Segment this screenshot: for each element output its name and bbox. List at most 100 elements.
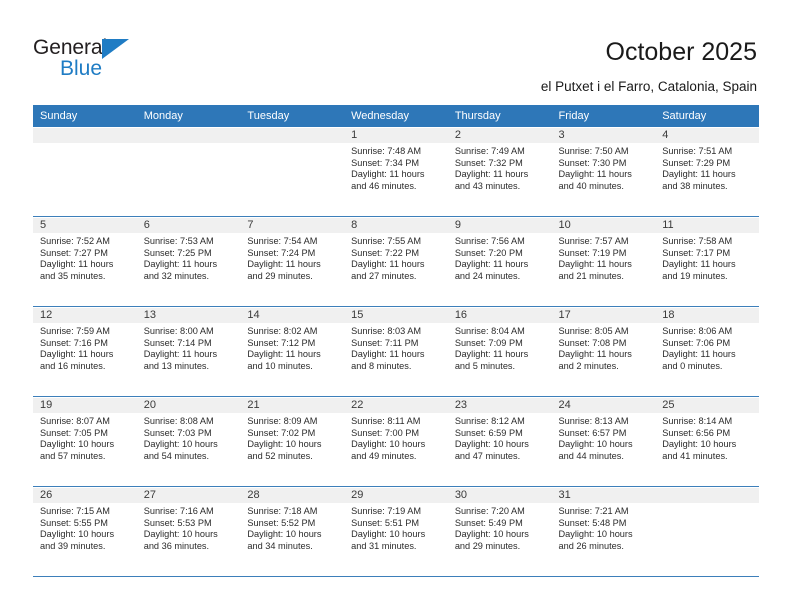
calendar-day-cell[interactable]: 20 Sunrise: 8:08 AM Sunset: 7:03 PM Dayligh… xyxy=(136,397,241,486)
logo-text-blue: Blue xyxy=(60,57,103,80)
daylight-text-line2: and 47 minutes. xyxy=(454,450,521,461)
daylight-text-line2: and 44 minutes. xyxy=(558,450,624,461)
calendar-day-cell[interactable]: 26 Sunrise: 7:15 AM Sunset: 5:55 PM Dayligh… xyxy=(33,487,137,576)
day-number: 21 xyxy=(247,399,260,411)
day-sun-info: Sunrise: 8:04 AM Sunset: 7:09 PM Daylight:… xyxy=(448,323,552,372)
daylight-text-line1: Daylight: 10 hours xyxy=(351,529,426,540)
sunrise-text: Sunrise: 8:12 AM xyxy=(454,416,525,426)
day-sun-info: Sunrise: 8:05 AM Sunset: 7:08 PM Daylight:… xyxy=(552,323,656,372)
sunrise-text: Sunrise: 7:15 AM xyxy=(40,506,110,516)
calendar-day-cell[interactable]: 21 Sunrise: 8:09 AM Sunset: 7:02 PM Dayligh… xyxy=(240,397,345,486)
daylight-text-line2: and 13 minutes. xyxy=(143,360,210,371)
calendar-day-cell[interactable]: 9 Sunrise: 7:56 AM Sunset: 7:20 PM Daylight… xyxy=(447,217,552,306)
day-sun-info: Sunrise: 7:20 AM Sunset: 5:49 PM Daylight:… xyxy=(448,503,552,552)
daylight-text-line1: Daylight: 11 hours xyxy=(558,349,632,360)
day-number: 28 xyxy=(247,489,260,501)
calendar-day-cell[interactable]: 4 Sunrise: 7:51 AM Sunset: 7:29 PM Daylight… xyxy=(655,127,759,216)
calendar-day-cell[interactable]: 31 Sunrise: 7:21 AM Sunset: 5:48 PM Dayligh… xyxy=(551,487,656,576)
day-sun-info: Sunrise: 8:02 AM Sunset: 7:12 PM Daylight:… xyxy=(240,323,344,372)
calendar-day-cell[interactable]: 22 Sunrise: 8:11 AM Sunset: 7:00 PM Dayligh… xyxy=(344,397,448,486)
weekday-header-friday: Friday xyxy=(558,110,590,122)
weekday-header-monday: Monday xyxy=(143,110,183,122)
calendar-day-cell[interactable]: 15 Sunrise: 8:03 AM Sunset: 7:11 PM Dayligh… xyxy=(344,307,448,396)
sunrise-text: Sunrise: 7:57 AM xyxy=(558,236,629,246)
calendar-day-cell[interactable]: 19 Sunrise: 8:07 AM Sunset: 7:05 PM Dayligh… xyxy=(33,397,137,486)
day-number-band xyxy=(136,127,241,143)
calendar-day-cell[interactable]: 6 Sunrise: 7:53 AM Sunset: 7:25 PM Daylight… xyxy=(136,217,241,306)
calendar-day-cell[interactable]: 8 Sunrise: 7:55 AM Sunset: 7:22 PM Daylight… xyxy=(344,217,448,306)
day-sun-info: Sunrise: 7:53 AM Sunset: 7:25 PM Daylight:… xyxy=(137,233,241,282)
calendar-day-cell[interactable]: 1 Sunrise: 7:48 AM Sunset: 7:34 PM Daylight… xyxy=(344,127,448,216)
calendar-day-cell[interactable]: 2 Sunrise: 7:49 AM Sunset: 7:32 PM Daylight… xyxy=(447,127,552,216)
daylight-text-line2: and 29 minutes. xyxy=(454,540,521,551)
calendar-day-cell[interactable]: 18 Sunrise: 8:06 AM Sunset: 7:06 PM Dayligh… xyxy=(655,307,759,396)
logo-triangle-icon xyxy=(102,39,129,59)
calendar-day-cell[interactable]: 16 Sunrise: 8:04 AM Sunset: 7:09 PM Dayligh… xyxy=(447,307,552,396)
daylight-text-line2: and 5 minutes. xyxy=(454,360,516,371)
calendar-day-cell[interactable]: 28 Sunrise: 7:18 AM Sunset: 5:52 PM Dayligh… xyxy=(240,487,345,576)
daylight-text-line1: Daylight: 11 hours xyxy=(351,169,425,180)
sunset-text: Sunset: 6:56 PM xyxy=(662,427,731,438)
sunset-text: Sunset: 7:34 PM xyxy=(351,157,420,168)
sunset-text: Sunset: 7:20 PM xyxy=(454,247,523,258)
calendar-day-cell[interactable]: 30 Sunrise: 7:20 AM Sunset: 5:49 PM Dayligh… xyxy=(447,487,552,576)
daylight-text-line1: Daylight: 10 hours xyxy=(662,439,737,450)
calendar-day-cell[interactable]: 12 Sunrise: 7:59 AM Sunset: 7:16 PM Dayligh… xyxy=(33,307,137,396)
day-sun-info: Sunrise: 7:16 AM Sunset: 5:53 PM Daylight:… xyxy=(137,503,241,552)
sunrise-text: Sunrise: 7:18 AM xyxy=(247,506,318,516)
day-sun-info: Sunrise: 8:11 AM Sunset: 7:00 PM Daylight:… xyxy=(344,413,448,462)
day-sun-info: Sunrise: 7:21 AM Sunset: 5:48 PM Daylight:… xyxy=(552,503,656,552)
daylight-text-line2: and 24 minutes. xyxy=(454,270,521,281)
calendar-day-cell[interactable]: 14 Sunrise: 8:02 AM Sunset: 7:12 PM Dayligh… xyxy=(240,307,345,396)
day-number: 14 xyxy=(247,309,260,321)
sunset-text: Sunset: 7:00 PM xyxy=(351,427,420,438)
day-sun-info: Sunrise: 8:06 AM Sunset: 7:06 PM Daylight:… xyxy=(655,323,759,372)
calendar-day-cell[interactable]: 7 Sunrise: 7:54 AM Sunset: 7:24 PM Daylight… xyxy=(240,217,345,306)
day-number: 24 xyxy=(558,399,571,411)
sunrise-text: Sunrise: 7:20 AM xyxy=(454,506,525,516)
calendar-day-cell[interactable]: 10 Sunrise: 7:57 AM Sunset: 7:19 PM Dayligh… xyxy=(551,217,656,306)
daylight-text-line2: and 10 minutes. xyxy=(247,360,313,371)
calendar-day-cell[interactable]: 3 Sunrise: 7:50 AM Sunset: 7:30 PM Daylight… xyxy=(551,127,656,216)
sunrise-text: Sunrise: 8:14 AM xyxy=(662,416,733,426)
calendar-day-cell[interactable]: 17 Sunrise: 8:05 AM Sunset: 7:08 PM Dayligh… xyxy=(551,307,656,396)
day-sun-info: Sunrise: 7:52 AM Sunset: 7:27 PM Daylight:… xyxy=(33,233,137,282)
sunset-text: Sunset: 7:14 PM xyxy=(143,337,212,348)
calendar-day-cell[interactable]: 24 Sunrise: 8:13 AM Sunset: 6:57 PM Dayligh… xyxy=(551,397,656,486)
day-number: 9 xyxy=(454,219,461,231)
sunset-text: Sunset: 5:48 PM xyxy=(558,517,627,528)
sunrise-text: Sunrise: 7:48 AM xyxy=(351,146,422,156)
calendar-day-cell[interactable]: 5 Sunrise: 7:52 AM Sunset: 7:27 PM Daylight… xyxy=(33,217,137,306)
daylight-text-line1: Daylight: 10 hours xyxy=(558,439,633,450)
daylight-text-line1: Daylight: 11 hours xyxy=(351,349,425,360)
sunset-text: Sunset: 7:30 PM xyxy=(558,157,627,168)
calendar-day-cell[interactable]: 29 Sunrise: 7:19 AM Sunset: 5:51 PM Dayligh… xyxy=(344,487,448,576)
day-sun-info: Sunrise: 8:12 AM Sunset: 6:59 PM Daylight:… xyxy=(448,413,552,462)
day-number: 20 xyxy=(143,399,156,411)
day-sun-info: Sunrise: 7:51 AM Sunset: 7:29 PM Daylight:… xyxy=(655,143,759,192)
calendar-day-cell[interactable]: 13 Sunrise: 8:00 AM Sunset: 7:14 PM Dayligh… xyxy=(136,307,241,396)
sunrise-text: Sunrise: 8:02 AM xyxy=(247,326,318,336)
calendar-week-row: 26 Sunrise: 7:15 AM Sunset: 5:55 PM Dayligh… xyxy=(33,487,759,577)
day-number-band xyxy=(33,127,137,143)
daylight-text-line2: and 39 minutes. xyxy=(40,540,106,551)
sunrise-text: Sunrise: 8:08 AM xyxy=(143,416,214,426)
daylight-text-line1: Daylight: 10 hours xyxy=(247,529,322,540)
sunset-text: Sunset: 7:06 PM xyxy=(662,337,731,348)
daylight-text-line2: and 32 minutes. xyxy=(143,270,210,281)
daylight-text-line2: and 31 minutes. xyxy=(351,540,417,551)
calendar-day-cell-empty xyxy=(240,127,345,216)
calendar-day-cell[interactable]: 23 Sunrise: 8:12 AM Sunset: 6:59 PM Dayligh… xyxy=(447,397,552,486)
sunset-text: Sunset: 6:59 PM xyxy=(454,427,523,438)
calendar-day-cell[interactable]: 25 Sunrise: 8:14 AM Sunset: 6:56 PM Dayligh… xyxy=(655,397,759,486)
calendar-week-row: 5 Sunrise: 7:52 AM Sunset: 7:27 PM Daylight… xyxy=(33,217,759,307)
calendar-page: General Blue October 2025 el Putxet i el… xyxy=(0,0,792,612)
calendar-day-cell-empty xyxy=(33,127,137,216)
day-number-band xyxy=(655,487,759,503)
page-subtitle-location: el Putxet i el Farro, Catalonia, Spain xyxy=(540,79,757,94)
calendar-day-cell[interactable]: 27 Sunrise: 7:16 AM Sunset: 5:53 PM Dayligh… xyxy=(136,487,241,576)
daylight-text-line2: and 35 minutes. xyxy=(40,270,106,281)
sunrise-text: Sunrise: 7:55 AM xyxy=(351,236,422,246)
daylight-text-line2: and 19 minutes. xyxy=(662,270,728,281)
calendar-day-cell[interactable]: 11 Sunrise: 7:58 AM Sunset: 7:17 PM Dayligh… xyxy=(655,217,759,306)
